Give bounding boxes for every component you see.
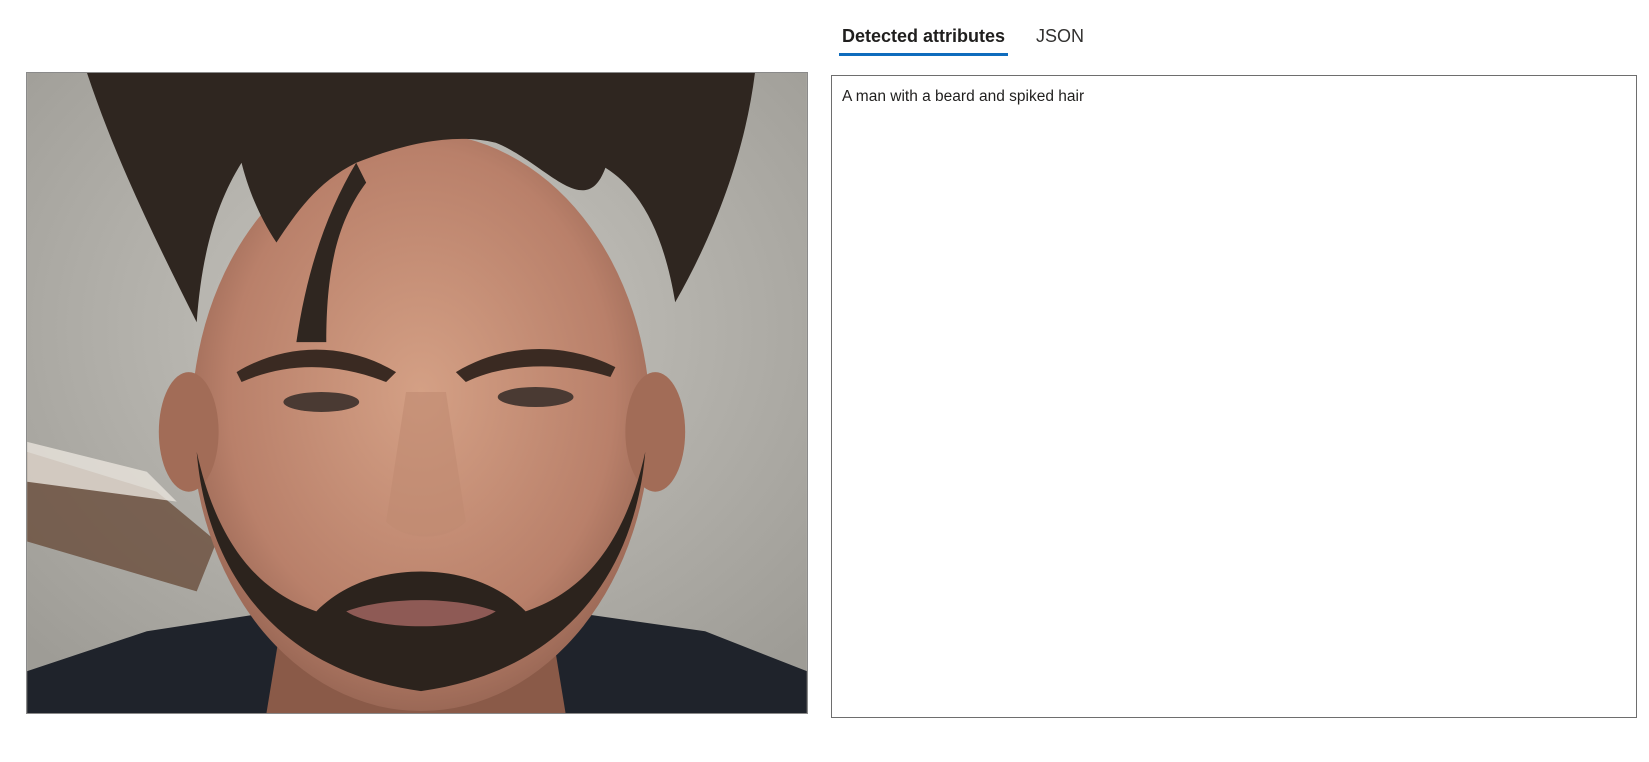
- page: Detected attributes JSON A man with a be…: [0, 0, 1649, 762]
- image-caption-text: A man with a beard and spiked hair: [842, 88, 1085, 105]
- tab-json[interactable]: JSON: [1033, 18, 1087, 56]
- detected-attributes-panel: A man with a beard and spiked hair: [831, 75, 1637, 718]
- portrait-image: [27, 73, 807, 713]
- tab-detected-attributes[interactable]: Detected attributes: [839, 18, 1009, 56]
- result-tabs: Detected attributes JSON: [839, 18, 1112, 58]
- analyzed-photo: [26, 72, 808, 714]
